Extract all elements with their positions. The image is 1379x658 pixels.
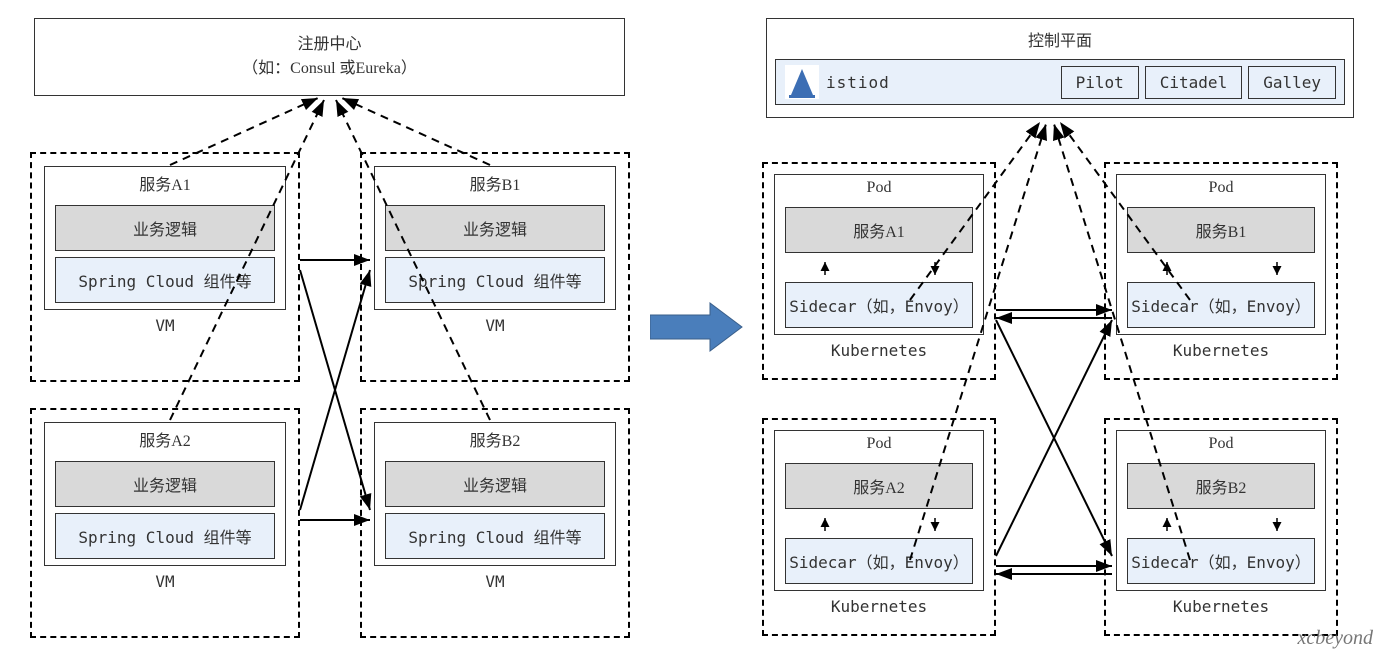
k8s-box-a1: Pod 服务A1 Sidecar（如，Envoy） Kubernetes [762,162,996,380]
control-plane-row: istiod Pilot Citadel Galley [775,59,1345,105]
registry-center-box: 注册中心 （如：Consul 或Eureka） [34,18,625,96]
business-logic-a1: 业务逻辑 [55,205,275,251]
pod-title-a2: Pod [775,431,983,457]
istiod-label: istiod [826,73,890,92]
vm-footer-b2: VM [362,568,628,595]
cp-citadel: Citadel [1145,66,1242,99]
k8s-footer-a2: Kubernetes [764,593,994,620]
vm-box-a2: 服务A2 业务逻辑 Spring Cloud 组件等 VM [30,408,300,638]
cp-pilot: Pilot [1061,66,1139,99]
k8s-box-b2: Pod 服务B2 Sidecar（如，Envoy） Kubernetes [1104,418,1338,636]
watermark: xcbeyond [1297,627,1373,650]
k8s-footer-b2: Kubernetes [1106,593,1336,620]
spring-cloud-b2: Spring Cloud 组件等 [385,513,605,559]
transition-arrow-icon [650,300,745,354]
service-title-b2: 服务B2 [375,423,615,455]
pod-svc-a2: 服务A2 [785,463,973,509]
pod-title-b1: Pod [1117,175,1325,201]
service-title-a1: 服务A1 [45,167,285,199]
vm-footer-a1: VM [32,312,298,339]
business-logic-b1: 业务逻辑 [385,205,605,251]
pod-svc-b2: 服务B2 [1127,463,1315,509]
vm-box-b2: 服务B2 业务逻辑 Spring Cloud 组件等 VM [360,408,630,638]
vm-footer-a2: VM [32,568,298,595]
business-logic-b2: 业务逻辑 [385,461,605,507]
pod-svc-a1: 服务A1 [785,207,973,253]
control-plane-box: 控制平面 istiod Pilot Citadel Galley [766,18,1354,118]
pod-bi-arrow-a1 [775,259,983,277]
service-title-b1: 服务B1 [375,167,615,199]
pod-svc-b1: 服务B1 [1127,207,1315,253]
spring-cloud-b1: Spring Cloud 组件等 [385,257,605,303]
k8s-box-b1: Pod 服务B1 Sidecar（如，Envoy） Kubernetes [1104,162,1338,380]
vm-box-a1: 服务A1 业务逻辑 Spring Cloud 组件等 VM [30,152,300,382]
vm-box-b1: 服务B1 业务逻辑 Spring Cloud 组件等 VM [360,152,630,382]
k8s-footer-b1: Kubernetes [1106,337,1336,364]
k8s-footer-a1: Kubernetes [764,337,994,364]
vm-footer-b1: VM [362,312,628,339]
registry-subtitle: （如：Consul 或Eureka） [35,57,624,81]
pod-title-b2: Pod [1117,431,1325,457]
business-logic-a2: 业务逻辑 [55,461,275,507]
pod-title-a1: Pod [775,175,983,201]
service-title-a2: 服务A2 [45,423,285,455]
spring-cloud-a2: Spring Cloud 组件等 [55,513,275,559]
pod-sidecar-a1: Sidecar（如，Envoy） [785,282,973,328]
istio-logo-icon [784,64,820,100]
pod-bi-arrow-a2 [775,515,983,533]
registry-title: 注册中心 [35,33,624,57]
pod-bi-arrow-b1 [1117,259,1325,277]
k8s-box-a2: Pod 服务A2 Sidecar（如，Envoy） Kubernetes [762,418,996,636]
pod-bi-arrow-b2 [1117,515,1325,533]
spring-cloud-a1: Spring Cloud 组件等 [55,257,275,303]
pod-sidecar-b1: Sidecar（如，Envoy） [1127,282,1315,328]
control-plane-title: 控制平面 [775,27,1345,51]
cp-galley: Galley [1248,66,1336,99]
pod-sidecar-a2: Sidecar（如，Envoy） [785,538,973,584]
pod-sidecar-b2: Sidecar（如，Envoy） [1127,538,1315,584]
